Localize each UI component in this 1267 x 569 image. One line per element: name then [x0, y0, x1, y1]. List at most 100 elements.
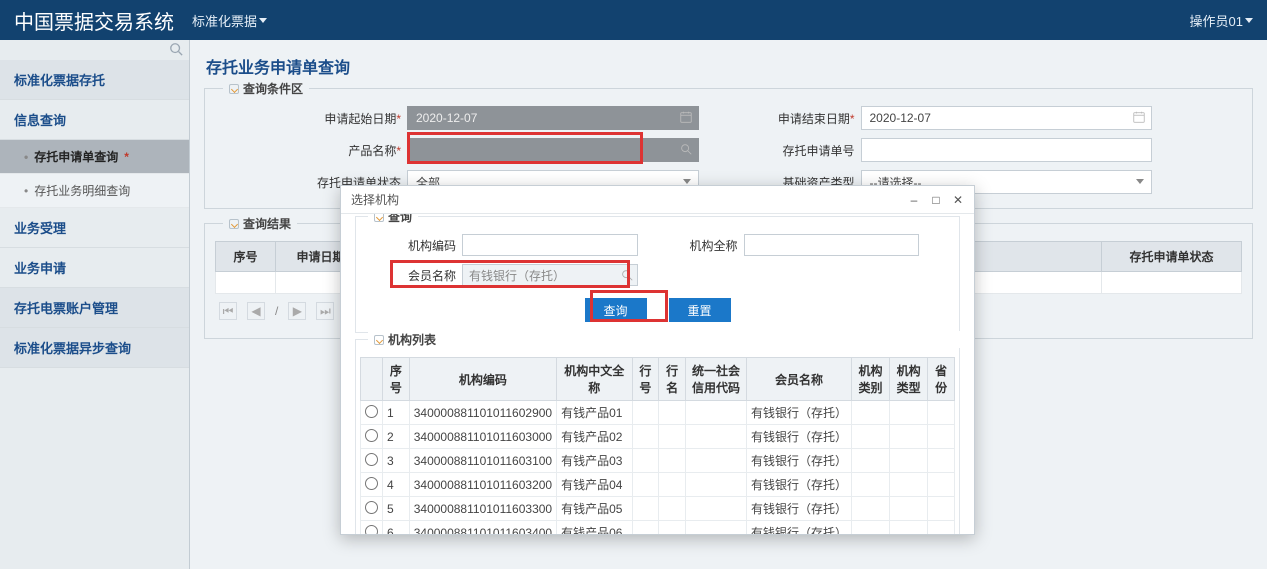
- pager-sep: /: [275, 304, 278, 318]
- org-code-label: 机构编码: [396, 237, 456, 254]
- row-radio[interactable]: [365, 453, 378, 466]
- row-radio[interactable]: [365, 477, 378, 490]
- results-col-idx[interactable]: 序号: [216, 242, 276, 272]
- table-row[interactable]: 2340000881101011603000有钱产品02有钱银行（存托）: [361, 425, 955, 449]
- row-radio[interactable]: [365, 405, 378, 418]
- product-name-input[interactable]: [407, 138, 699, 162]
- cell-prov: [928, 521, 955, 535]
- col-radio: [361, 358, 383, 401]
- search-icon[interactable]: [620, 268, 634, 282]
- cell-member: 有钱银行（存托）: [746, 449, 851, 473]
- col-type[interactable]: 机构类型: [890, 358, 928, 401]
- top-menu-label: 标准化票据: [192, 11, 257, 30]
- query-button[interactable]: 查询: [585, 298, 647, 322]
- collapse-icon: [229, 219, 239, 229]
- cell-member: 有钱银行（存托）: [746, 425, 851, 449]
- sidebar-search-icon[interactable]: [169, 42, 183, 59]
- table-row[interactable]: 4340000881101011603200有钱产品04有钱银行（存托）: [361, 473, 955, 497]
- calendar-icon[interactable]: [1132, 110, 1146, 124]
- collapse-icon: [374, 214, 384, 222]
- col-member[interactable]: 会员名称: [746, 358, 851, 401]
- sidebar-item-biz-apply[interactable]: 业务申请: [0, 248, 189, 288]
- cell-cat: [851, 497, 889, 521]
- user-label: 操作员01: [1190, 11, 1243, 30]
- sidebar-item-ebill-account[interactable]: 存托电票账户管理: [0, 288, 189, 328]
- cell-type: [890, 473, 928, 497]
- table-row[interactable]: 3340000881101011603100有钱产品03有钱银行（存托）: [361, 449, 955, 473]
- legend-label: 查询结果: [243, 215, 291, 232]
- cell-branch-name: [659, 473, 686, 497]
- cell-type: [890, 401, 928, 425]
- results-col-status[interactable]: 存托申请单状态: [1102, 242, 1242, 272]
- collapse-icon: [229, 84, 239, 94]
- top-nav: 中国票据交易系统 标准化票据 操作员01: [0, 0, 1267, 40]
- col-branch-name[interactable]: 行名: [659, 358, 686, 401]
- org-fullname-input[interactable]: [744, 234, 920, 256]
- cell-branch-no: [632, 521, 659, 535]
- col-cat[interactable]: 机构类别: [851, 358, 889, 401]
- cell-cn-name: 有钱产品05: [557, 497, 632, 521]
- row-radio[interactable]: [365, 429, 378, 442]
- sidebar: 标准化票据存托 信息查询 存托申请单查询* 存托业务明细查询 业务受理 业务申请…: [0, 40, 190, 569]
- sidebar-item-label: 存托业务明细查询: [34, 182, 130, 199]
- dialog-title: 选择机构: [351, 191, 399, 208]
- cell-cat: [851, 425, 889, 449]
- cell-cat: [851, 521, 889, 535]
- col-cn-name[interactable]: 机构中文全称: [557, 358, 632, 401]
- pager-first[interactable]: ⏮: [219, 302, 237, 320]
- cell-member: 有钱银行（存托）: [746, 473, 851, 497]
- col-uscc[interactable]: 统一社会信用代码: [685, 358, 746, 401]
- sidebar-item-depo-request-query[interactable]: 存托申请单查询*: [0, 140, 189, 174]
- table-row[interactable]: 5340000881101011603300有钱产品05有钱银行（存托）: [361, 497, 955, 521]
- legend-label: 查询条件区: [243, 80, 303, 97]
- user-menu[interactable]: 操作员01: [1190, 11, 1253, 30]
- modal-list-legend[interactable]: 机构列表: [368, 331, 971, 348]
- minimize-icon[interactable]: –: [906, 192, 922, 208]
- required-mark: *: [396, 112, 401, 126]
- col-code[interactable]: 机构编码: [409, 358, 556, 401]
- depo-req-no-label: 存托申请单号: [782, 144, 854, 158]
- cell-type: [890, 521, 928, 535]
- cell-idx: 1: [383, 401, 410, 425]
- sidebar-item-depository[interactable]: 标准化票据存托: [0, 60, 189, 100]
- sidebar-item-async-query[interactable]: 标准化票据异步查询: [0, 328, 189, 368]
- row-radio[interactable]: [365, 525, 378, 535]
- cell-prov: [928, 473, 955, 497]
- org-code-input[interactable]: [462, 234, 638, 256]
- pager-next[interactable]: ▶: [288, 302, 306, 320]
- reset-button[interactable]: 重置: [669, 298, 731, 322]
- cell-member: 有钱银行（存托）: [746, 497, 851, 521]
- legend-label: 查询: [388, 214, 412, 225]
- query-conditions-legend[interactable]: 查询条件区: [223, 80, 309, 97]
- table-row[interactable]: 6340000881101011603400有钱产品06有钱银行（存托）: [361, 521, 955, 535]
- member-name-input[interactable]: [462, 264, 638, 286]
- start-date-input[interactable]: 2020-12-07: [407, 106, 699, 130]
- pager-last[interactable]: ⏭: [316, 302, 334, 320]
- col-prov[interactable]: 省份: [928, 358, 955, 401]
- close-icon[interactable]: ✕: [950, 192, 966, 208]
- results-legend[interactable]: 查询结果: [223, 215, 297, 232]
- cell-uscc: [685, 425, 746, 449]
- table-row[interactable]: 1340000881101011602900有钱产品01有钱银行（存托）: [361, 401, 955, 425]
- top-menu-standard-bill[interactable]: 标准化票据: [192, 11, 267, 30]
- cell-branch-name: [659, 449, 686, 473]
- col-idx[interactable]: 序号: [383, 358, 410, 401]
- sidebar-item-biz-accept[interactable]: 业务受理: [0, 208, 189, 248]
- cell-type: [890, 497, 928, 521]
- start-date-value: 2020-12-07: [416, 111, 477, 125]
- cell-code: 340000881101011603200: [409, 473, 556, 497]
- maximize-icon[interactable]: □: [928, 192, 944, 208]
- col-branch-no[interactable]: 行号: [632, 358, 659, 401]
- dialog-titlebar[interactable]: 选择机构 – □ ✕: [341, 186, 974, 214]
- cell-idx: 4: [383, 473, 410, 497]
- modal-search-legend[interactable]: 查询: [368, 214, 418, 225]
- cell-type: [890, 449, 928, 473]
- depo-req-no-input[interactable]: [861, 138, 1153, 162]
- sidebar-item-info-query[interactable]: 信息查询: [0, 100, 189, 140]
- end-date-input[interactable]: 2020-12-07: [861, 106, 1153, 130]
- row-radio[interactable]: [365, 501, 378, 514]
- calendar-icon[interactable]: [679, 110, 693, 124]
- pager-prev[interactable]: ◀: [247, 302, 265, 320]
- search-icon[interactable]: [679, 142, 693, 156]
- sidebar-item-depo-detail-query[interactable]: 存托业务明细查询: [0, 174, 189, 208]
